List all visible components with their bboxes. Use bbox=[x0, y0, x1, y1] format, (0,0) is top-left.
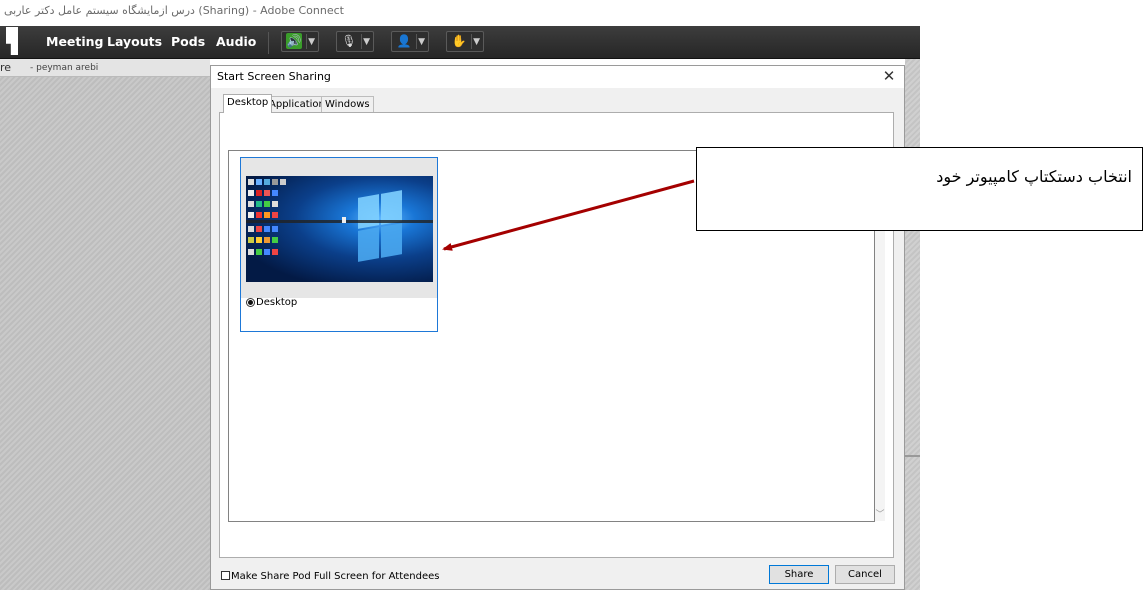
cancel-button[interactable]: Cancel bbox=[835, 565, 895, 584]
speaker-button[interactable]: 🔊 ▼ bbox=[281, 31, 319, 52]
pod-divider bbox=[905, 455, 920, 457]
annotation-callout bbox=[696, 147, 1143, 231]
chevron-down-icon[interactable]: ▼ bbox=[473, 32, 480, 52]
share-pod-user: - peyman arebi bbox=[30, 63, 99, 73]
fullscreen-checkbox[interactable] bbox=[221, 571, 230, 580]
close-icon[interactable]: ✕ bbox=[880, 67, 898, 85]
scroll-down-icon[interactable]: ﹀ bbox=[874, 509, 886, 521]
camera-button[interactable]: 👤 ▼ bbox=[391, 31, 429, 52]
raise-hand-icon: ✋ bbox=[451, 34, 467, 48]
speaker-icon: 🔊 bbox=[286, 33, 302, 49]
dialog-title: Start Screen Sharing bbox=[217, 70, 331, 83]
share-button[interactable]: Share bbox=[769, 565, 829, 584]
menu-meeting[interactable]: Meeting bbox=[46, 33, 104, 51]
windows-logo-icon bbox=[358, 190, 402, 264]
annotation-text: انتخاب دستکتاپ کامپیوتر خود bbox=[936, 167, 1132, 186]
status-button[interactable]: ✋ ▼ bbox=[446, 31, 484, 52]
menu-audio[interactable]: Audio bbox=[216, 33, 256, 51]
desktop-radio-label[interactable]: Desktop bbox=[256, 296, 297, 309]
right-pod-background bbox=[905, 59, 920, 590]
menubar-divider bbox=[268, 32, 269, 54]
webcam-icon: 👤 bbox=[396, 34, 412, 48]
fullscreen-checkbox-label[interactable]: Make Share Pod Full Screen for Attendees bbox=[231, 570, 440, 584]
chevron-down-icon[interactable]: ▼ bbox=[308, 32, 315, 52]
share-pod-title: re bbox=[0, 61, 12, 74]
tab-desktop[interactable]: Desktop bbox=[223, 94, 273, 113]
blank-area bbox=[920, 0, 1143, 590]
menu-layouts[interactable]: Layouts bbox=[107, 33, 162, 51]
microphone-button[interactable]: 🎙 ▼ bbox=[336, 31, 374, 52]
window-title: درس ازمایشگاه سیستم عامل دکتر عاربی (Sha… bbox=[0, 0, 920, 26]
share-pod-background bbox=[0, 59, 210, 590]
desktop-thumbnail[interactable] bbox=[246, 176, 433, 282]
menu-pods[interactable]: Pods bbox=[171, 33, 205, 51]
microphone-icon: 🎙 bbox=[341, 34, 357, 48]
chevron-down-icon[interactable]: ▼ bbox=[418, 32, 425, 52]
arrow-line bbox=[442, 179, 695, 251]
thumbnail-divider bbox=[246, 220, 433, 223]
chevron-down-icon[interactable]: ▼ bbox=[363, 32, 370, 52]
radio-selected-dot bbox=[248, 300, 253, 305]
tab-windows[interactable]: Windows bbox=[321, 96, 374, 112]
annotation-arrow bbox=[442, 179, 695, 251]
